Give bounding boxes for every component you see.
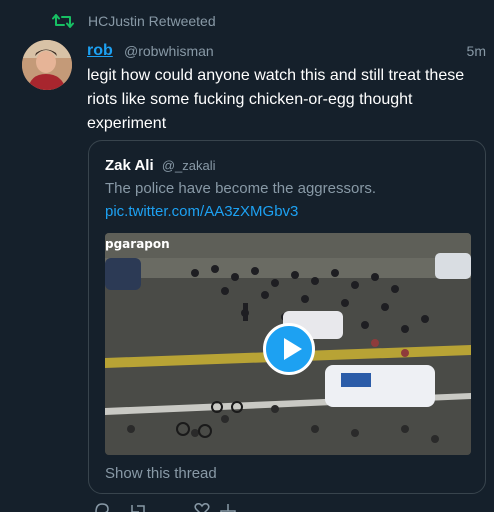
quote-user-name[interactable]: Zak Ali [105,157,154,174]
share-icon[interactable] [219,502,237,512]
retweet-icon [52,13,74,29]
tweet-header: rob @robwhisman 5m [87,40,486,62]
user-handle[interactable]: @robwhisman [124,43,214,59]
avatar[interactable] [22,40,72,90]
tweet[interactable]: HCJustin Retweeted rob @robwhisman 5m le… [0,0,494,512]
quote-media-link[interactable]: pic.twitter.com/AA3zXMGbv3 [105,203,298,220]
retweet-label[interactable]: HCJustin Retweeted [88,13,216,29]
show-thread-link[interactable]: Show this thread [105,465,217,482]
play-icon[interactable] [263,323,315,375]
quote-user-handle[interactable]: @_zakali [162,158,216,173]
action-bar [87,502,487,512]
user-name[interactable]: rob [87,42,113,60]
media-watermark: pgarapon [105,237,170,251]
quoted-tweet[interactable]: Zak Ali @_zakali The police have become … [88,140,486,494]
timestamp[interactable]: 5m [467,43,486,59]
video-thumbnail[interactable]: pgarapon [105,233,471,455]
retweet-action-icon[interactable] [129,502,147,512]
quote-author: Zak Ali @_zakali [105,157,215,174]
tweet-text: legit how could anyone watch this and st… [87,67,465,132]
quote-text: The police have become the aggressors. [105,180,376,197]
reply-icon[interactable] [93,502,111,512]
retweet-context: HCJustin Retweeted [52,12,216,30]
like-icon[interactable] [193,502,211,512]
